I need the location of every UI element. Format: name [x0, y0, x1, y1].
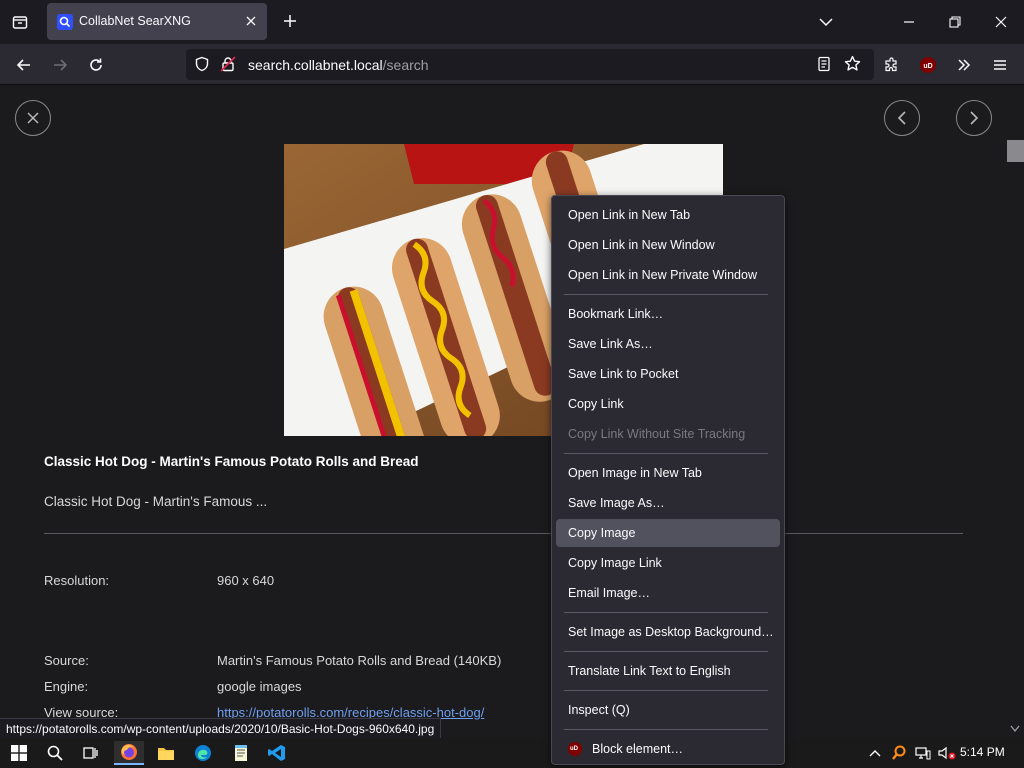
scrollbar-thumb[interactable] [1007, 140, 1024, 162]
menu-copy-link[interactable]: Copy Link [556, 390, 780, 418]
windows-taskbar: 5:14 PM [0, 738, 1024, 768]
reload-icon[interactable] [82, 51, 110, 79]
menu-bookmark-link[interactable]: Bookmark Link… [556, 300, 780, 328]
extensions-icon[interactable] [878, 51, 906, 79]
source-label: Source: [44, 653, 89, 668]
searxng-favicon-icon [57, 14, 73, 30]
menu-separator [564, 729, 768, 730]
url-bar[interactable]: search.collabnet.local/search [186, 49, 874, 80]
list-all-tabs-icon[interactable] [814, 10, 838, 34]
engine-value: google images [217, 679, 302, 694]
windows-start-icon[interactable] [6, 741, 32, 765]
menu-separator [564, 612, 768, 613]
tab-title: CollabNet SearXNG [79, 14, 191, 28]
menu-copy-image-link[interactable]: Copy Image Link [556, 549, 780, 577]
close-detail-button[interactable] [15, 100, 51, 136]
taskbar-clock[interactable]: 5:14 PM [960, 745, 1005, 759]
tray-chevron-up-icon[interactable] [862, 741, 888, 765]
ublock-origin-icon[interactable]: uD [914, 51, 942, 79]
menu-inspect[interactable]: Inspect (Q) [556, 696, 780, 724]
overflow-chevron-icon[interactable] [950, 51, 978, 79]
menu-separator [564, 690, 768, 691]
page-content: Classic Hot Dog - Martin's Famous Potato… [0, 85, 1024, 738]
menu-open-link-new-tab[interactable]: Open Link in New Tab [556, 201, 780, 229]
back-icon[interactable] [10, 51, 38, 79]
navigation-toolbar: search.collabnet.local/search uD [0, 44, 1024, 85]
search-icon[interactable] [42, 741, 68, 765]
tab-close-icon[interactable] [241, 11, 261, 31]
svg-text:uD: uD [923, 63, 932, 70]
status-link-text: https://potatorolls.com/wp-content/uploa… [0, 718, 442, 740]
menu-open-link-new-window[interactable]: Open Link in New Window [556, 231, 780, 259]
menu-block-element-label: Block element… [592, 742, 684, 756]
resolution-label: Resolution: [44, 573, 110, 588]
menu-save-link-to-pocket[interactable]: Save Link to Pocket [556, 360, 780, 388]
url-text[interactable]: search.collabnet.local/search [248, 57, 429, 73]
menu-separator [564, 294, 768, 295]
file-explorer-icon[interactable] [153, 741, 179, 765]
context-menu: Open Link in New Tab Open Link in New Wi… [551, 195, 785, 765]
hamburger-menu-icon[interactable] [986, 51, 1014, 79]
volume-muted-icon[interactable] [934, 741, 960, 765]
menu-save-image-as[interactable]: Save Image As… [556, 489, 780, 517]
bookmark-star-icon[interactable] [844, 55, 861, 77]
tracking-shield-icon[interactable] [194, 56, 210, 77]
menu-email-image[interactable]: Email Image… [556, 579, 780, 607]
divider [44, 533, 963, 534]
scroll-down-icon[interactable] [1009, 723, 1021, 735]
menu-copy-link-without-tracking: Copy Link Without Site Tracking [568, 427, 746, 441]
menu-save-link-as[interactable]: Save Link As… [556, 330, 780, 358]
reader-view-icon[interactable] [816, 56, 832, 77]
menu-separator [564, 651, 768, 652]
tab-strip: CollabNet SearXNG [0, 0, 1024, 44]
next-image-button[interactable] [956, 100, 992, 136]
insecure-lock-icon[interactable] [220, 56, 236, 77]
vscode-icon[interactable] [264, 741, 290, 765]
close-window-icon[interactable] [987, 8, 1015, 36]
menu-translate-link-text[interactable]: Translate Link Text to English [556, 657, 780, 685]
result-title: Classic Hot Dog - Martin's Famous Potato… [44, 454, 419, 469]
chevron-right-icon [970, 111, 979, 125]
task-view-icon[interactable] [77, 741, 103, 765]
forward-icon[interactable] [46, 51, 74, 79]
menu-open-link-private-window[interactable]: Open Link in New Private Window [556, 261, 780, 289]
source-value: Martin's Famous Potato Rolls and Bread (… [217, 653, 502, 668]
network-icon[interactable] [910, 741, 936, 765]
firefox-view-icon[interactable] [6, 8, 34, 36]
notepad-icon[interactable] [228, 741, 254, 765]
resolution-value: 960 x 640 [217, 573, 275, 588]
edge-icon[interactable] [190, 741, 216, 765]
tray-search-app-icon[interactable] [886, 741, 912, 765]
menu-block-element[interactable]: Block element… [556, 735, 780, 763]
restore-icon[interactable] [941, 8, 969, 36]
firefox-taskbar-icon[interactable] [114, 741, 144, 765]
previous-image-button[interactable] [884, 100, 920, 136]
new-tab-icon[interactable] [278, 9, 302, 33]
ublock-origin-icon [568, 742, 582, 756]
tab-collabnet-searxng[interactable]: CollabNet SearXNG [47, 3, 267, 40]
menu-set-desktop-background[interactable]: Set Image as Desktop Background… [556, 618, 780, 646]
menu-copy-image[interactable]: Copy Image [556, 519, 780, 547]
engine-label: Engine: [44, 679, 89, 694]
result-description: Classic Hot Dog - Martin's Famous ... [44, 494, 268, 509]
chevron-left-icon [897, 111, 906, 125]
menu-separator [564, 453, 768, 454]
minimize-icon[interactable] [895, 8, 923, 36]
menu-open-image-new-tab[interactable]: Open Image in New Tab [556, 459, 780, 487]
close-icon [27, 112, 39, 124]
